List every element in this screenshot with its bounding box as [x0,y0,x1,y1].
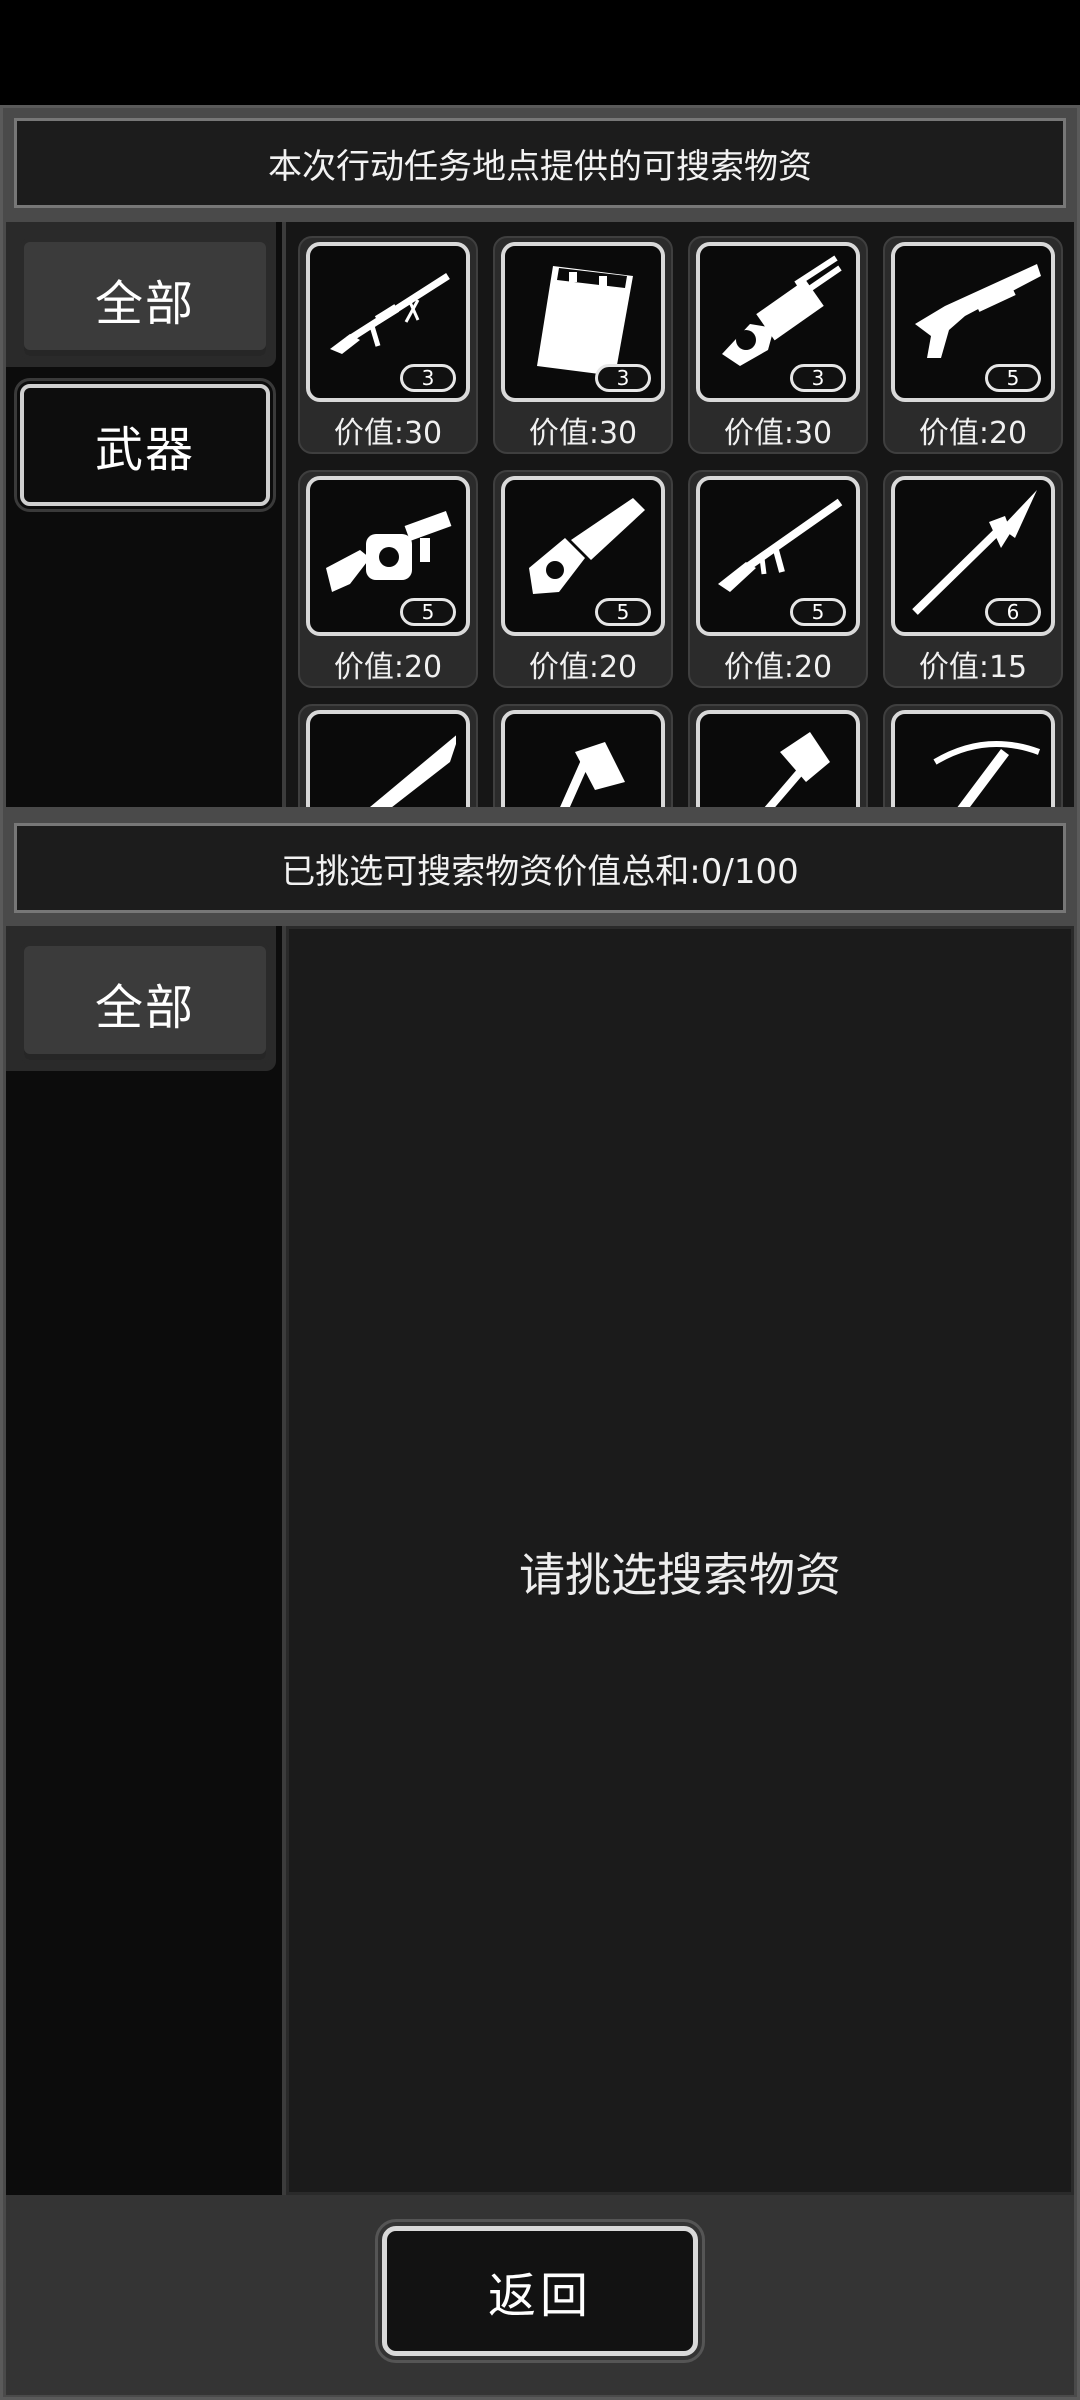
item-slot[interactable]: 5 价值:20 [298,470,478,688]
empty-selection-message: 请挑选搜索物资 [519,1548,841,1602]
selected-value-total: 已挑选可搜索物资价值总和:0/100 [281,851,799,892]
back-button-label: 返回 [487,2268,592,2324]
item-count: 5 [790,598,846,626]
item-slot[interactable]: 3 价值:30 [688,236,868,454]
item-value: 价值:20 [528,650,638,685]
item-value: 价值:20 [723,650,833,685]
crossbow-icon [933,741,1041,807]
item-slot[interactable]: 5 价值:20 [883,236,1063,454]
item-count: 5 [400,598,456,626]
category-tab-label: 全部 [94,980,195,1036]
item-slot[interactable] [298,704,478,807]
war-hammer-icon [764,732,830,807]
item-slot[interactable] [688,704,868,807]
item-value: 价值:30 [723,416,833,451]
sword-icon [370,735,456,807]
item-slot[interactable] [493,704,673,807]
category-tab-label: 武器 [94,422,195,478]
selected-value-banner: 已挑选可搜索物资价值总和:0/100 [14,823,1066,913]
axe-icon [560,742,625,807]
selected-category-tab-all[interactable]: 全部 [20,942,270,1064]
category-tab-weapons[interactable]: 武器 [14,378,276,512]
item-slot[interactable]: 3 价值:30 [493,236,673,454]
available-supplies-banner: 本次行动任务地点提供的可搜索物资 [14,118,1066,208]
item-value: 价值:20 [918,416,1028,451]
item-value: 价值:20 [333,650,443,685]
item-slot[interactable]: 6 价值:15 [883,470,1063,688]
item-count: 3 [790,364,846,392]
item-count: 5 [985,364,1041,392]
top-category-sidebar: 全部 武器 [6,222,286,807]
item-count: 3 [595,364,651,392]
item-slot[interactable]: 5 价值:20 [493,470,673,688]
category-tab-all[interactable]: 全部 [20,238,270,360]
item-value: 价值:30 [528,416,638,451]
selected-items-area: 请挑选搜索物资 [286,926,1074,2195]
item-value: 价值:30 [333,416,443,451]
item-count: 5 [595,598,651,626]
status-bar [0,0,1080,105]
back-button[interactable]: 返回 [375,2219,705,2363]
item-count: 3 [400,364,456,392]
bottom-category-sidebar: 全部 [6,926,286,2195]
item-slot[interactable]: 3 价值:30 [298,236,478,454]
item-count: 6 [985,598,1041,626]
available-supplies-title: 本次行动任务地点提供的可搜索物资 [268,146,812,187]
available-items-grid: 3 价值:30 3 价值:30 3 价值:30 5 价值:20 5 价值:20 … [286,222,1074,807]
item-value: 价值:15 [918,650,1028,685]
category-tab-label: 全部 [94,276,195,332]
item-slot[interactable]: 5 价值:20 [688,470,868,688]
item-slot[interactable] [883,704,1063,807]
